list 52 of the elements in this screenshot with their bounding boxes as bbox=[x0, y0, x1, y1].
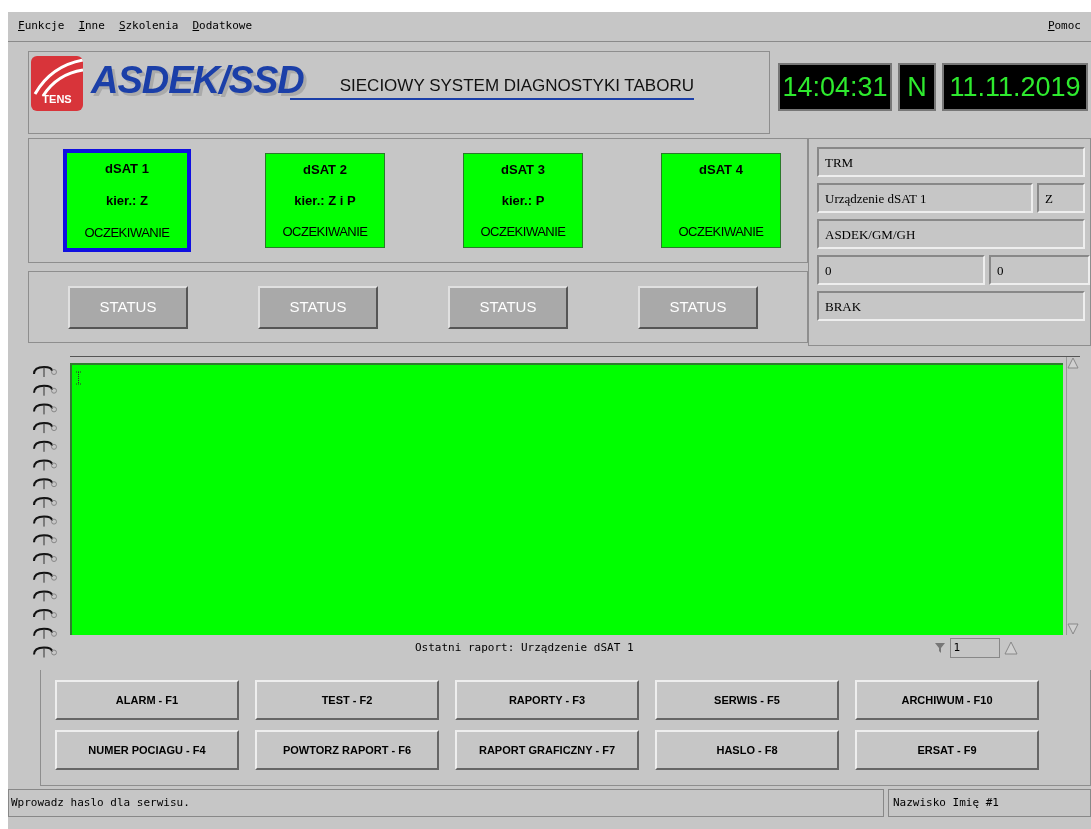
function-button[interactable]: ERSAT - F9 bbox=[855, 730, 1039, 770]
function-button[interactable]: RAPORT GRAFICZNY - F7 bbox=[455, 730, 639, 770]
menu-item[interactable]: Dodatkowe bbox=[192, 18, 253, 35]
logo-wordmark: ASDEK/SSD bbox=[91, 58, 304, 102]
device-name: dSAT 3 bbox=[501, 161, 545, 179]
info-field: TRM bbox=[817, 147, 1085, 177]
function-button[interactable]: NUMER POCIAGU - F4 bbox=[55, 730, 239, 770]
menu-item[interactable]: Funkcje bbox=[18, 18, 65, 35]
device-tile[interactable]: dSAT 4 OCZEKIWANIE bbox=[661, 153, 781, 248]
info-field: ASDEK/GM/GH bbox=[817, 219, 1085, 249]
info-field: 0 bbox=[988, 255, 1090, 285]
function-button[interactable]: HASLO - F8 bbox=[655, 730, 839, 770]
info-field: Z bbox=[1037, 183, 1085, 213]
device-name: dSAT 1 bbox=[105, 160, 149, 178]
info-field: BRAK bbox=[817, 291, 1085, 321]
menu-item[interactable]: Pomoc bbox=[1047, 18, 1081, 35]
menu-item[interactable]: Szkolenia bbox=[118, 18, 179, 35]
device-tile[interactable]: dSAT 1 kier.: Z OCZEKIWANIE bbox=[63, 149, 191, 252]
info-field: Urządzenie dSAT 1 bbox=[817, 183, 1033, 213]
device-direction: kier.: Z i P bbox=[294, 191, 356, 210]
device-tile[interactable]: dSAT 3 kier.: P OCZEKIWANIE bbox=[463, 153, 583, 248]
function-button[interactable]: SERWIS - F5 bbox=[655, 680, 839, 720]
filter-icon[interactable] bbox=[933, 642, 946, 654]
function-button[interactable]: ARCHIWUM - F10 bbox=[855, 680, 1039, 720]
device-direction: kier.: Z bbox=[106, 191, 148, 210]
device-state: OCZEKIWANIE bbox=[480, 222, 566, 241]
clock-date: 11.11.2019 bbox=[942, 63, 1088, 111]
mode-indicator: N bbox=[898, 63, 936, 111]
up-arrow-icon[interactable] bbox=[1003, 641, 1018, 655]
info-field: 0 bbox=[817, 255, 985, 285]
page-number-field[interactable]: 1 bbox=[949, 638, 1000, 658]
device-direction: kier.: P bbox=[501, 191, 545, 210]
device-name: dSAT 4 bbox=[699, 161, 743, 179]
device-state: OCZEKIWANIE bbox=[84, 223, 170, 242]
system-title: SIECIOWY SYSTEM DIAGNOSTYKI TABORU bbox=[339, 76, 694, 96]
device-tile[interactable]: dSAT 2 kier.: Z i P OCZEKIWANIE bbox=[265, 153, 385, 248]
last-report-caption: Ostatni raport: Urządzenie dSAT 1 bbox=[415, 639, 634, 656]
text-cursor-icon bbox=[76, 371, 81, 385]
status-message: Wprowadz haslo dla serwisu. bbox=[8, 789, 884, 817]
user-name: Nazwisko Imię #1 bbox=[888, 789, 1091, 817]
menu-item[interactable]: Inne bbox=[78, 18, 105, 35]
device-name: dSAT 2 bbox=[303, 161, 347, 179]
clock-time: 14:04:31 bbox=[778, 63, 892, 111]
scroll-down-icon[interactable] bbox=[1067, 623, 1080, 635]
device-state: OCZEKIWANIE bbox=[282, 222, 368, 241]
logo-badge: TENS bbox=[31, 56, 83, 111]
function-button[interactable]: ALARM - F1 bbox=[55, 680, 239, 720]
function-button[interactable]: POWTORZ RAPORT - F6 bbox=[255, 730, 439, 770]
device-state: OCZEKIWANIE bbox=[678, 222, 764, 241]
function-button[interactable]: TEST - F2 bbox=[255, 680, 439, 720]
function-button[interactable]: RAPORTY - F3 bbox=[455, 680, 639, 720]
scroll-up-icon[interactable] bbox=[1067, 357, 1080, 369]
